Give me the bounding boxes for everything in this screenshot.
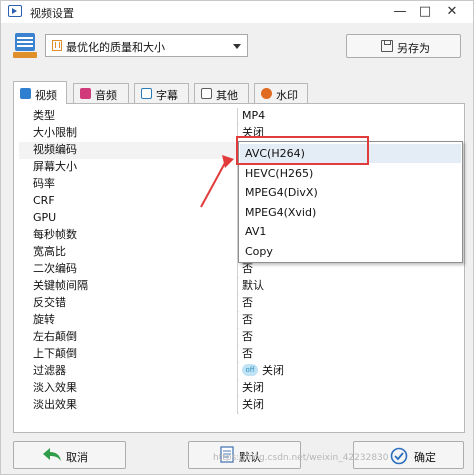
property-value[interactable]: 关闭 xyxy=(239,380,459,397)
cancel-button[interactable]: 取消 xyxy=(13,441,126,469)
tab-subtitle[interactable]: 字幕 xyxy=(134,83,189,103)
close-icon[interactable]: ✕ xyxy=(442,2,462,21)
check-circle-icon xyxy=(390,447,408,465)
tab-subtitle-label: 字幕 xyxy=(156,89,178,102)
preset-select-value: 最优化的质量和大小 xyxy=(66,41,165,54)
property-name: 旋转 xyxy=(19,312,238,329)
property-value[interactable]: 否 xyxy=(239,346,459,363)
codec-option[interactable]: MPEG4(Xvid) xyxy=(245,203,316,222)
filter-switch[interactable]: off xyxy=(242,364,258,376)
watermark-text: https://blog.csdn.net/weixin_42232830 xyxy=(213,453,389,463)
property-name: 每秒帧数 xyxy=(19,227,238,244)
property-row-keyframe-interval[interactable]: 关键帧间隔 默认 xyxy=(19,278,459,295)
other-icon xyxy=(201,88,212,99)
video-settings-icon xyxy=(8,5,22,17)
property-row-type[interactable]: 类型 MP4 xyxy=(19,108,459,125)
codec-option[interactable]: AV1 xyxy=(245,222,266,241)
property-name: 关键帧间隔 xyxy=(19,278,238,295)
video-icon xyxy=(20,88,31,99)
property-value[interactable]: 默认 xyxy=(239,278,459,295)
property-row-deinterlace[interactable]: 反交错否 xyxy=(19,295,459,312)
property-row-fade-in[interactable]: 淡入效果 关闭 xyxy=(19,380,459,397)
watermark-icon xyxy=(261,88,272,99)
title-bar[interactable]: 视频设置 — □ ✕ xyxy=(1,1,473,23)
property-name: 上下颠倒 xyxy=(19,346,238,363)
tab-other[interactable]: 其他 xyxy=(194,83,249,103)
film-icon xyxy=(52,40,62,51)
tab-other-label: 其他 xyxy=(216,89,238,102)
maximize-icon[interactable]: □ xyxy=(415,2,435,21)
property-name: 大小限制 xyxy=(19,125,238,142)
property-name: 左右颠倒 xyxy=(19,329,238,346)
property-name: 反交错 xyxy=(19,295,238,312)
tab-audio[interactable]: 音频 xyxy=(73,83,129,103)
annotation-highlight-box xyxy=(236,136,369,165)
property-name: 淡入效果 xyxy=(19,380,238,397)
save-as-label: 另存为 xyxy=(397,42,430,55)
property-value[interactable]: off 关闭 xyxy=(239,363,459,380)
codec-option[interactable]: Copy xyxy=(245,242,273,261)
property-row-rotate[interactable]: 旋转否 xyxy=(19,312,459,329)
property-row-fade-out[interactable]: 淡出效果 关闭 xyxy=(19,397,459,414)
minimize-icon[interactable]: — xyxy=(390,2,410,21)
property-name: 宽高比 xyxy=(19,244,238,261)
annotation-arrow-icon xyxy=(200,155,234,208)
back-arrow-icon xyxy=(43,448,61,461)
music-icon xyxy=(80,88,91,99)
property-name: 二次编码 xyxy=(19,261,238,278)
filter-value: 关闭 xyxy=(262,364,284,377)
save-as-button[interactable]: 另存为 xyxy=(346,34,461,58)
tab-watermark[interactable]: 水印 xyxy=(254,83,308,103)
property-value[interactable]: 否 xyxy=(239,329,459,346)
property-name: 淡出效果 xyxy=(19,397,238,414)
tab-video-label: 视频 xyxy=(35,89,57,102)
cancel-label: 取消 xyxy=(66,451,88,464)
property-row-filter[interactable]: 过滤器 off 关闭 xyxy=(19,363,459,380)
property-row-flip-vertical[interactable]: 上下颠倒否 xyxy=(19,346,459,363)
save-icon xyxy=(381,40,393,52)
codec-option[interactable]: MPEG4(DivX) xyxy=(245,183,318,202)
property-name: 类型 xyxy=(19,108,238,125)
property-name: GPU xyxy=(19,210,238,227)
property-value[interactable]: 否 xyxy=(239,295,459,312)
preset-list-icon xyxy=(13,33,37,59)
property-name: 过滤器 xyxy=(19,363,238,380)
property-value[interactable]: 否 xyxy=(239,312,459,329)
preset-select[interactable]: 最优化的质量和大小 xyxy=(45,34,248,57)
window-title: 视频设置 xyxy=(30,7,74,20)
tab-audio-label: 音频 xyxy=(95,89,117,102)
tab-watermark-label: 水印 xyxy=(276,89,298,102)
chevron-down-icon[interactable] xyxy=(233,44,241,49)
subtitle-icon xyxy=(141,88,152,99)
property-value[interactable]: 关闭 xyxy=(239,397,459,414)
video-settings-window: 视频设置 — □ ✕ 最优化的质量和大小 另存为 视频 音频 字幕 其他 水印 … xyxy=(0,0,474,475)
codec-option[interactable]: HEVC(H265) xyxy=(245,164,313,183)
tab-video[interactable]: 视频 xyxy=(13,81,67,104)
property-row-two-pass[interactable]: 二次编码否 xyxy=(19,261,459,278)
ok-label: 确定 xyxy=(414,451,436,464)
property-row-flip-horizontal[interactable]: 左右颠倒否 xyxy=(19,329,459,346)
property-value[interactable]: 否 xyxy=(239,261,459,278)
property-value[interactable]: MP4 xyxy=(239,108,459,125)
